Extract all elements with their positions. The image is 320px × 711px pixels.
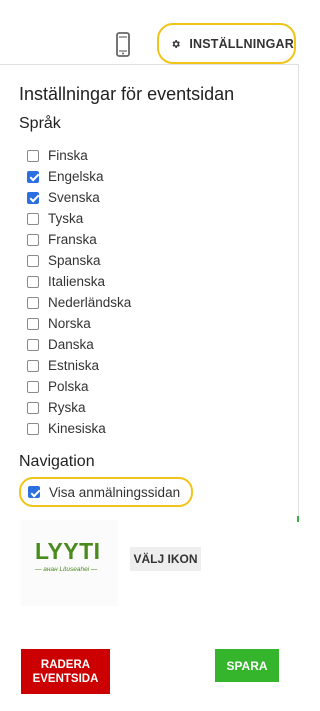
- language-label: Norska: [48, 316, 91, 331]
- language-option-danska[interactable]: Danska: [27, 334, 131, 355]
- language-label: Danska: [48, 337, 94, 352]
- save-button[interactable]: SPARA: [215, 649, 279, 682]
- language-label: Engelska: [48, 169, 104, 184]
- top-toolbar: INSTÄLLNINGAR: [0, 0, 299, 64]
- language-option-svenska[interactable]: Svenska: [27, 187, 131, 208]
- logo-tagline: — aнан Lituseahei —: [35, 566, 98, 573]
- mobile-phone-icon: [116, 32, 130, 57]
- language-label: Estniska: [48, 358, 100, 373]
- event-logo: LYYTI — aнан Lituseahei —: [21, 520, 118, 606]
- language-option-spanska[interactable]: Spanska: [27, 250, 131, 271]
- navigation-heading: Navigation: [19, 453, 95, 470]
- language-option-estniska[interactable]: Estniska: [27, 355, 131, 376]
- show-registration-page-checkbox[interactable]: [28, 486, 40, 498]
- settings-label: INSTÄLLNINGAR: [189, 36, 294, 51]
- logo-text: LYYTI: [35, 538, 101, 564]
- language-checkbox[interactable]: [27, 149, 39, 162]
- gear-icon: [172, 39, 180, 48]
- language-option-italienska[interactable]: Italienska: [27, 271, 131, 292]
- language-label: Kinesiska: [48, 421, 106, 436]
- language-label: Italienska: [48, 274, 106, 289]
- language-checkbox[interactable]: [27, 170, 39, 183]
- show-registration-page-option[interactable]: Visa anmälningssidan: [19, 477, 193, 507]
- delete-event-page-button[interactable]: RADERA EVENTSIDA: [21, 649, 110, 694]
- language-label: Polska: [48, 379, 89, 394]
- language-option-nederländska[interactable]: Nederländska: [27, 292, 131, 313]
- language-label: Ryska: [48, 400, 86, 415]
- language-label: Spanska: [48, 253, 101, 268]
- choose-icon-button[interactable]: VÄLJ IKON: [130, 547, 201, 571]
- panel-title: Inställningar för eventsidan: [19, 84, 235, 104]
- language-option-franska[interactable]: Franska: [27, 229, 131, 250]
- language-option-tyska[interactable]: Tyska: [27, 208, 131, 229]
- language-checkbox[interactable]: [27, 338, 39, 351]
- language-label: Svenska: [48, 190, 100, 205]
- language-option-engelska[interactable]: Engelska: [27, 166, 131, 187]
- settings-button[interactable]: INSTÄLLNINGAR: [157, 23, 296, 64]
- event-page-settings-panel: Inställningar för eventsidan Språk Finsk…: [0, 64, 299, 517]
- language-option-norska[interactable]: Norska: [27, 313, 131, 334]
- language-checkbox[interactable]: [27, 212, 39, 225]
- mobile-preview-button[interactable]: [113, 32, 133, 58]
- language-option-ryska[interactable]: Ryska: [27, 397, 131, 418]
- show-registration-page-label: Visa anmälningssidan: [49, 484, 181, 500]
- language-label: Tyska: [48, 211, 84, 226]
- language-checkbox[interactable]: [27, 296, 39, 309]
- language-option-finska[interactable]: Finska: [27, 145, 131, 166]
- language-checkbox[interactable]: [27, 317, 39, 330]
- language-label: Nederländska: [48, 295, 132, 310]
- edge-indicator: [297, 516, 299, 522]
- language-checkbox[interactable]: [27, 275, 39, 288]
- language-checkbox[interactable]: [27, 380, 39, 393]
- language-checkbox[interactable]: [27, 233, 39, 246]
- language-checkbox[interactable]: [27, 359, 39, 372]
- languages-heading: Språk: [19, 115, 61, 132]
- language-option-kinesiska[interactable]: Kinesiska: [27, 418, 131, 439]
- language-checkbox[interactable]: [27, 422, 39, 435]
- language-option-polska[interactable]: Polska: [27, 376, 131, 397]
- language-list: Finska Engelska Svenska Tyska Franska Spanska…: [27, 145, 131, 439]
- language-label: Finska: [48, 148, 88, 163]
- language-checkbox[interactable]: [27, 254, 39, 267]
- language-label: Franska: [48, 232, 97, 247]
- language-checkbox[interactable]: [27, 401, 39, 414]
- language-checkbox[interactable]: [27, 191, 39, 204]
